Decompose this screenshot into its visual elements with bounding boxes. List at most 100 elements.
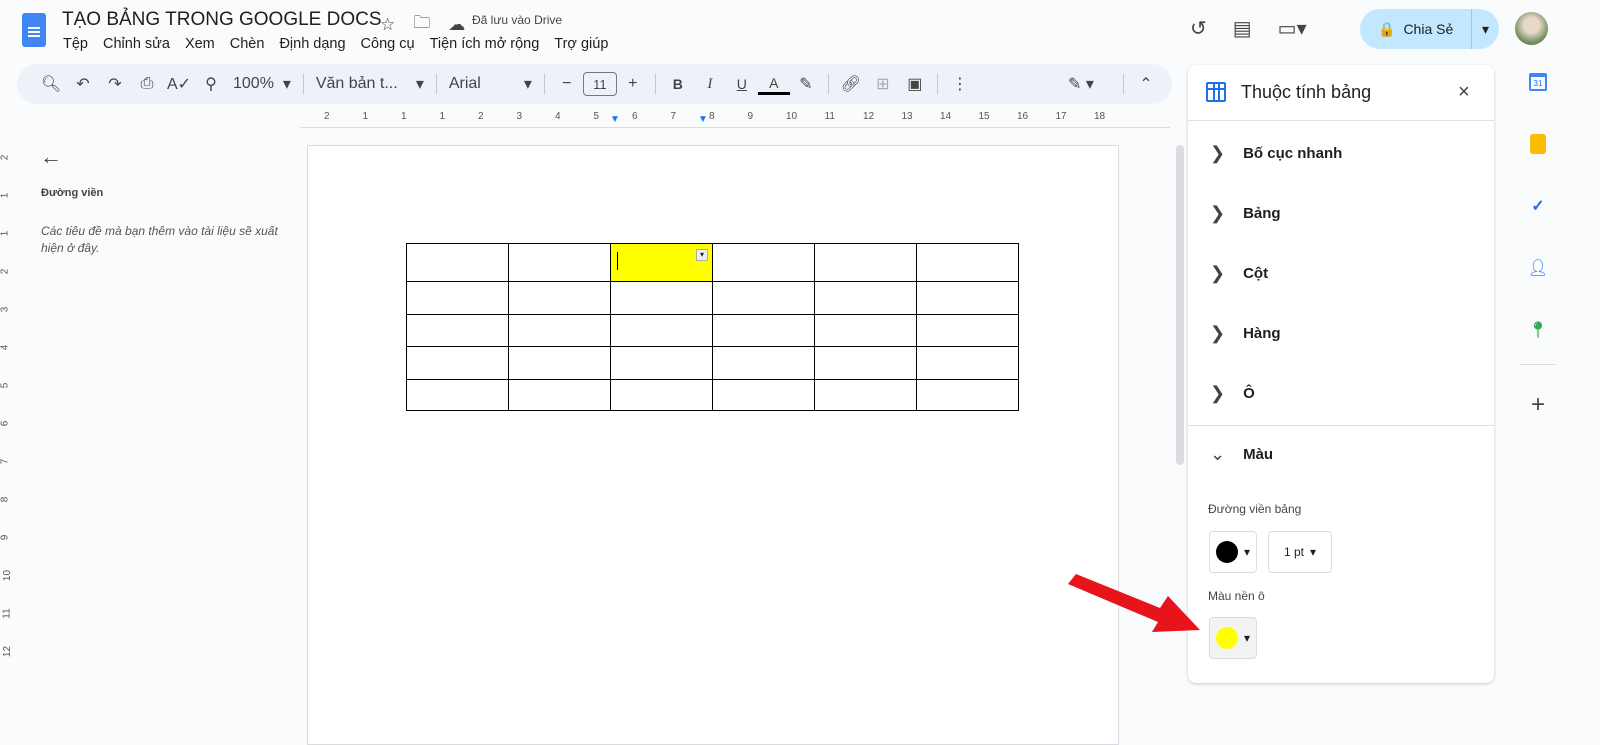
table-cell[interactable] — [814, 314, 917, 347]
document-title[interactable]: TẠO BẢNG TRONG GOOGLE DOCS — [62, 9, 382, 31]
table-cell[interactable] — [712, 379, 815, 411]
menu-tools[interactable]: Công cụ — [361, 36, 415, 52]
table-cell[interactable] — [508, 243, 611, 282]
comments-icon[interactable]: ▤ — [1233, 16, 1252, 41]
table-cell[interactable] — [610, 281, 713, 315]
table-cell[interactable] — [406, 314, 509, 347]
cell-bg-color-dropdown[interactable]: ▾ — [1209, 617, 1257, 659]
meet-icon[interactable]: ▭▾ — [1278, 16, 1307, 41]
table-cell[interactable] — [916, 314, 1019, 347]
section-cell[interactable]: ❯ Ô — [1188, 363, 1494, 423]
add-addon-icon[interactable]: + — [1520, 391, 1556, 418]
vertical-ruler[interactable]: 2 1 1 2 3 4 5 6 7 8 9 10 11 12 — [0, 130, 14, 730]
table-cell[interactable] — [610, 346, 713, 380]
saved-status[interactable]: Đã lưu vào Drive — [472, 13, 562, 27]
table-cell[interactable] — [406, 346, 509, 380]
menu-edit[interactable]: Chỉnh sửa — [103, 36, 170, 52]
table-cell[interactable] — [406, 379, 509, 411]
table-cell[interactable] — [814, 281, 917, 315]
increase-font-size[interactable]: + — [617, 70, 649, 98]
add-comment-icon[interactable]: ⊞ — [867, 70, 899, 98]
table-cell[interactable] — [916, 243, 1019, 282]
section-color[interactable]: ⌄ Màu — [1188, 424, 1494, 484]
zoom-select[interactable]: 100% ▾ — [227, 70, 297, 98]
border-color-dropdown[interactable]: ▾ — [1209, 531, 1257, 573]
star-icon[interactable]: ☆ — [380, 15, 395, 35]
italic-button[interactable]: I — [694, 70, 726, 98]
table-cell[interactable] — [406, 281, 509, 315]
tasks-icon[interactable]: ✓ — [1520, 194, 1556, 218]
avatar[interactable] — [1515, 12, 1548, 45]
document-table[interactable]: ▾ — [406, 243, 1019, 411]
table-cell[interactable] — [508, 379, 611, 411]
table-cell[interactable] — [610, 314, 713, 347]
more-icon[interactable]: ⋮ — [944, 70, 976, 98]
document-page[interactable]: ▾ — [307, 145, 1119, 745]
horizontal-ruler[interactable]: 2 1 1 1 2 3 4 5 6 7 8 9 10 11 12 13 14 15 16 17 18 ▼ ▼ — [300, 110, 1170, 128]
chevron-right-icon: ❯ — [1210, 142, 1226, 163]
decrease-font-size[interactable]: − — [551, 70, 583, 98]
undo-icon[interactable]: ↶ — [67, 70, 99, 98]
table-cell[interactable] — [712, 243, 815, 282]
redo-icon[interactable]: ↷ — [99, 70, 131, 98]
bold-button[interactable]: B — [662, 70, 694, 98]
insert-image-icon[interactable]: ▣ — [899, 70, 931, 98]
table-cell[interactable] — [712, 346, 815, 380]
menu-extensions[interactable]: Tiện ích mở rộng — [430, 36, 540, 52]
back-arrow-icon[interactable]: ← — [40, 144, 62, 170]
table-cell[interactable] — [916, 346, 1019, 380]
section-quick-layout[interactable]: ❯ Bố cục nhanh — [1188, 123, 1494, 183]
print-icon[interactable]: ⎙ — [131, 70, 163, 98]
spellcheck-icon[interactable]: A✓ — [163, 70, 195, 98]
cell-menu-icon[interactable]: ▾ — [696, 249, 708, 261]
calendar-icon[interactable]: 31 — [1520, 70, 1556, 94]
outline-hint: Các tiêu đề mà bạn thêm vào tài liệu sẽ … — [41, 224, 278, 255]
move-folder-icon[interactable]: 🗀 — [413, 10, 430, 39]
menu-insert[interactable]: Chèn — [230, 36, 265, 52]
share-dropdown[interactable]: ▾ — [1470, 9, 1499, 49]
right-indent-marker[interactable]: ▼ — [698, 114, 708, 125]
editing-mode-icon[interactable]: ✎ ▾ — [1065, 70, 1097, 98]
table-cell[interactable] — [406, 243, 509, 282]
history-icon[interactable]: ↺ — [1190, 16, 1207, 41]
scrollbar[interactable] — [1176, 145, 1184, 465]
share-button[interactable]: 🔒 Chia Sẻ ▾ — [1360, 9, 1499, 49]
table-cell[interactable] — [712, 314, 815, 347]
left-indent-marker[interactable]: ▼ — [610, 114, 620, 125]
menu-help[interactable]: Trợ giúp — [554, 36, 608, 52]
table-cell[interactable]: ▾ — [610, 243, 713, 282]
section-row[interactable]: ❯ Hàng — [1188, 303, 1494, 363]
close-icon[interactable]: × — [1458, 81, 1470, 104]
table-cell[interactable] — [508, 314, 611, 347]
font-size-input[interactable]: 11 — [582, 72, 617, 96]
menu-view[interactable]: Xem — [185, 36, 215, 52]
link-icon[interactable]: 🔗︎ — [835, 70, 867, 98]
style-select[interactable]: Văn bản t... ▾ — [310, 70, 430, 98]
font-select[interactable]: Arial ▾ — [443, 70, 538, 98]
underline-button[interactable]: U — [726, 70, 758, 98]
keep-icon[interactable] — [1520, 132, 1556, 156]
highlight-icon[interactable]: ✎ — [790, 70, 822, 98]
docs-logo[interactable] — [22, 13, 46, 47]
table-cell[interactable] — [916, 379, 1019, 411]
table-cell[interactable] — [814, 346, 917, 380]
collapse-icon[interactable]: ⌃ — [1130, 70, 1162, 98]
contacts-icon[interactable]: 👤︎ — [1520, 256, 1556, 280]
text-color-button[interactable]: A — [757, 73, 790, 95]
table-cell[interactable] — [814, 243, 917, 282]
table-cell[interactable] — [508, 281, 611, 315]
maps-icon[interactable]: 📍︎ — [1520, 318, 1556, 342]
table-cell[interactable] — [814, 379, 917, 411]
border-width-dropdown[interactable]: 1 pt ▾ — [1268, 531, 1332, 573]
chevron-down-icon: ⌄ — [1210, 443, 1226, 464]
table-cell[interactable] — [508, 346, 611, 380]
section-table[interactable]: ❯ Bảng — [1188, 183, 1494, 243]
table-cell[interactable] — [712, 281, 815, 315]
paint-format-icon[interactable]: ⚲ — [195, 70, 227, 98]
section-column[interactable]: ❯ Cột — [1188, 243, 1494, 303]
menu-file[interactable]: Tệp — [63, 36, 88, 52]
table-cell[interactable] — [610, 379, 713, 411]
menu-format[interactable]: Định dạng — [279, 36, 345, 52]
search-icon[interactable]: 🔍︎ — [35, 70, 67, 98]
table-cell[interactable] — [916, 281, 1019, 315]
